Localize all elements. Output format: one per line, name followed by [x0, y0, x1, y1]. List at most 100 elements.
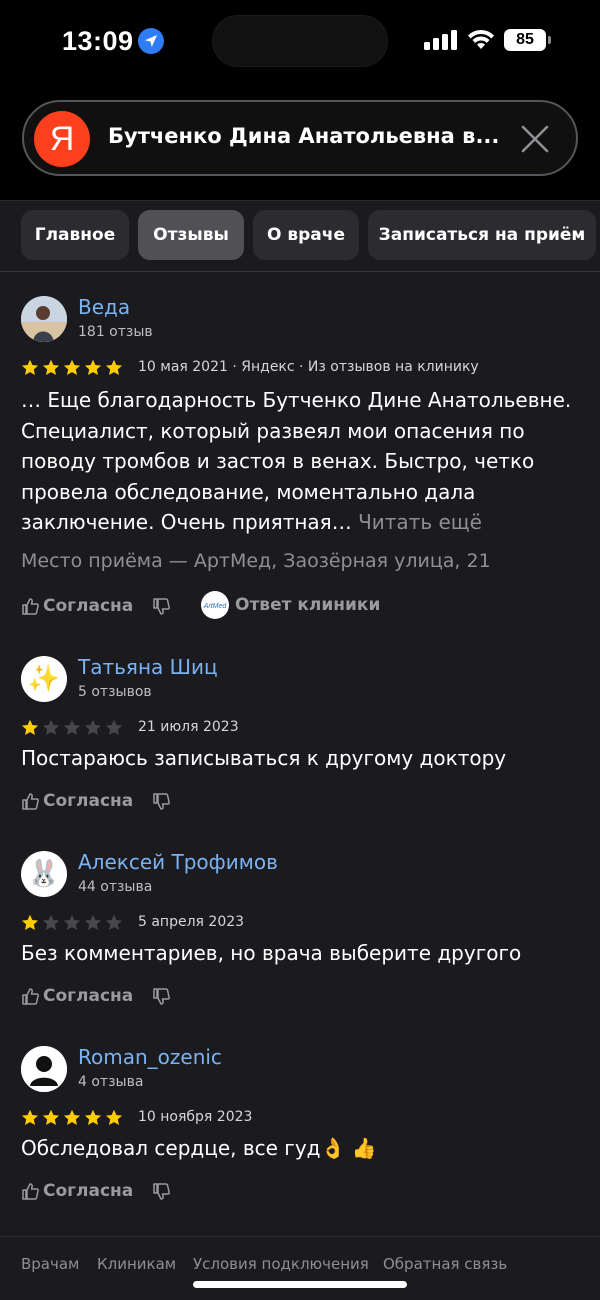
battery-indicator: 85	[504, 29, 546, 51]
star-filled-icon	[42, 1109, 60, 1125]
review-author[interactable]: Алексей Трофимов	[78, 850, 278, 874]
search-query-text[interactable]: Бутченко Дина Анатольевна в...	[108, 124, 508, 148]
avatar-emoji: 🐰	[27, 859, 61, 889]
agree-label: Согласна	[43, 791, 134, 811]
status-bar: 13:09 85	[0, 0, 600, 80]
review-text: … Еще благодарность Бутченко Дине Анатол…	[21, 385, 581, 538]
rating-stars	[21, 359, 131, 379]
thumbs-up-icon	[22, 1182, 39, 1200]
disagree-button[interactable]	[152, 594, 171, 618]
rating-stars	[21, 719, 131, 739]
rating-stars	[21, 1109, 131, 1129]
review-date-source: 10 мая 2021 · Яндекс · Из отзывов на кли…	[138, 359, 479, 375]
review-author[interactable]: Веда	[78, 295, 130, 319]
thumbs-down-icon	[153, 1182, 170, 1200]
star-empty-icon	[84, 914, 102, 930]
review-card: ✨ Татьяна Шиц 5 отзывов 21 июля 2023 Пос…	[0, 655, 600, 820]
star-empty-icon	[105, 914, 123, 930]
review-author-count: 181 отзыв	[78, 324, 153, 340]
agree-button[interactable]: Согласна	[21, 984, 133, 1008]
avatar[interactable]: ✨	[21, 656, 67, 702]
star-empty-icon	[84, 719, 102, 735]
tab-about-doctor[interactable]: О враче	[253, 210, 359, 260]
star-filled-icon	[21, 359, 39, 375]
review-date: 10 мая 2021	[138, 359, 228, 375]
avatar-emoji: ✨	[27, 664, 61, 694]
thumbs-up-icon	[22, 792, 39, 810]
tab-book-appointment[interactable]: Записаться на приём	[368, 210, 596, 260]
search-bar[interactable]: Я Бутченко Дина Анатольевна в...	[22, 100, 578, 176]
star-empty-icon	[63, 914, 81, 930]
disagree-button[interactable]	[152, 984, 171, 1008]
thumbs-up-icon	[22, 597, 39, 615]
review-source: · Яндекс · Из отзывов на клинику	[227, 359, 479, 375]
app-screen: 13:09 85 Я Бутченко Дина Анатольевна в..…	[0, 0, 600, 1300]
avatar[interactable]: 🐰	[21, 851, 67, 897]
star-empty-icon	[42, 719, 60, 735]
footer-link-terms[interactable]: Условия подключения	[193, 1255, 369, 1273]
clinic-reply-button[interactable]: ArtMed Ответ клиники	[201, 591, 380, 619]
footer-link-clinics[interactable]: Клиникам	[97, 1255, 176, 1273]
agree-button[interactable]: Согласна	[21, 1179, 133, 1203]
review-author-count: 5 отзывов	[78, 684, 152, 700]
star-filled-icon	[105, 359, 123, 375]
wifi-icon	[466, 27, 496, 55]
star-filled-icon	[84, 1109, 102, 1125]
clear-search-button[interactable]	[518, 122, 552, 156]
review-author-count: 44 отзыва	[78, 879, 153, 895]
review-author[interactable]: Татьяна Шиц	[78, 655, 218, 679]
star-filled-icon	[105, 1109, 123, 1125]
star-filled-icon	[63, 1109, 81, 1125]
read-more-link[interactable]: Читать ещё	[358, 510, 482, 534]
tabs-bar: Главное Отзывы О враче Записаться на при…	[0, 200, 600, 272]
review-card: 🐰 Алексей Трофимов 44 отзыва 5 апреля 20…	[0, 850, 600, 1015]
tab-reviews[interactable]: Отзывы	[138, 210, 244, 260]
agree-label: Согласна	[43, 986, 134, 1006]
star-empty-icon	[42, 914, 60, 930]
disagree-button[interactable]	[152, 1179, 171, 1203]
home-indicator[interactable]	[193, 1281, 407, 1288]
close-icon	[521, 125, 549, 153]
review-card: Roman_ozenic 4 отзыва 10 ноября 2023 Обс…	[0, 1045, 600, 1215]
location-arrow-icon	[138, 28, 164, 54]
agree-button[interactable]: Согласна	[21, 594, 133, 618]
review-date: 5 апреля 2023	[138, 914, 245, 930]
disagree-button[interactable]	[152, 789, 171, 813]
svg-text:ArtMed: ArtMed	[203, 603, 228, 610]
footer: Врачам Клиникам Условия подключения Обра…	[0, 1236, 600, 1300]
review-author[interactable]: Roman_ozenic	[78, 1045, 222, 1069]
review-place: Место приёма — АртМед, Заозёрная улица, …	[21, 550, 491, 572]
agree-label: Согласна	[43, 1181, 134, 1201]
footer-link-feedback[interactable]: Обратная связь	[383, 1255, 507, 1273]
review-text-body: … Еще благодарность Бутченко Дине Анатол…	[21, 388, 572, 534]
rating-stars	[21, 914, 131, 934]
thumbs-down-icon	[153, 597, 170, 615]
thumbs-up-icon	[22, 987, 39, 1005]
review-text: Постараюсь записываться к другому доктор…	[21, 746, 507, 770]
star-filled-icon	[42, 359, 60, 375]
dynamic-island	[212, 15, 388, 67]
review-date: 21 июля 2023	[138, 719, 239, 735]
user-silhouette-icon	[21, 1046, 67, 1092]
star-filled-icon	[21, 914, 39, 930]
review-text: Без комментариев, но врача выберите друг…	[21, 941, 522, 965]
review-date: 10 ноября 2023	[138, 1109, 253, 1125]
cellular-signal-icon	[424, 30, 458, 50]
tab-main[interactable]: Главное	[21, 210, 129, 260]
status-time: 13:09	[62, 26, 134, 56]
agree-button[interactable]: Согласна	[21, 789, 133, 813]
review-card: Веда 181 отзыв 10 мая 2021 · Яндекс · Из…	[0, 295, 600, 625]
yandex-logo[interactable]: Я	[34, 111, 90, 167]
star-empty-icon	[63, 719, 81, 735]
thumbs-down-icon	[153, 987, 170, 1005]
footer-link-doctors[interactable]: Врачам	[21, 1255, 79, 1273]
star-filled-icon	[21, 1109, 39, 1125]
review-author-count: 4 отзыва	[78, 1074, 144, 1090]
avatar[interactable]	[21, 1046, 67, 1092]
agree-label: Согласна	[43, 596, 134, 616]
header: Я Бутченко Дина Анатольевна в...	[0, 80, 600, 200]
star-empty-icon	[105, 719, 123, 735]
thumbs-down-icon	[153, 792, 170, 810]
star-filled-icon	[21, 719, 39, 735]
avatar[interactable]	[21, 296, 67, 342]
